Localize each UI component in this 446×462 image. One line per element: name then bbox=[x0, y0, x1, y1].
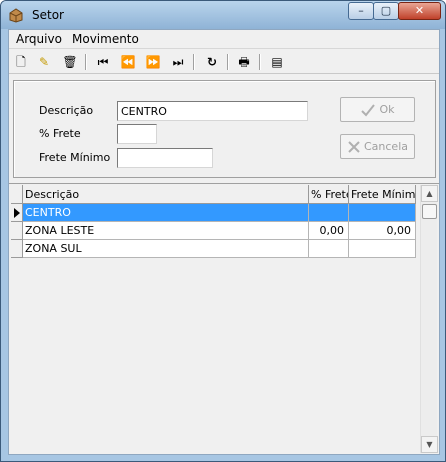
delete-icon[interactable]: 🗑 bbox=[61, 53, 79, 71]
toolbar: 🗋 ✎ 🗑 ⏮ ⏪ ⏩ ⏭ ↻ 🖶 ▤ bbox=[9, 50, 439, 74]
grid-corner bbox=[11, 185, 23, 204]
close-icon: ✕ bbox=[414, 4, 425, 17]
column-header-frete[interactable]: % Frete bbox=[309, 185, 349, 204]
cell-descricao[interactable]: ZONA SUL bbox=[23, 240, 309, 258]
checkmark-icon bbox=[361, 104, 376, 117]
ok-label: Ok bbox=[379, 103, 395, 116]
frete-minimo-field[interactable] bbox=[117, 148, 213, 168]
cell-frete-minimo[interactable] bbox=[349, 240, 416, 258]
scroll-up-icon: ▲ bbox=[426, 189, 433, 198]
menu-arquivo[interactable]: Arquivo bbox=[16, 32, 62, 46]
ok-button[interactable]: Ok bbox=[340, 97, 415, 122]
last-icon[interactable]: ⏭ bbox=[169, 53, 187, 71]
cancel-x-icon bbox=[348, 141, 360, 153]
row-indicator[interactable] bbox=[11, 222, 23, 240]
maximize-button[interactable]: ▢ bbox=[373, 2, 399, 20]
cell-frete-minimo[interactable]: 0,00 bbox=[349, 222, 416, 240]
window-title: Setor bbox=[32, 8, 64, 22]
cell-frete[interactable] bbox=[309, 240, 349, 258]
maximize-icon: ▢ bbox=[380, 4, 392, 17]
app-icon bbox=[9, 8, 23, 23]
title-bar[interactable]: Setor – ▢ ✕ bbox=[1, 1, 445, 29]
current-row-arrow-icon bbox=[14, 208, 20, 218]
scroll-thumb[interactable] bbox=[422, 204, 437, 219]
first-icon[interactable]: ⏮ bbox=[94, 53, 112, 71]
cell-frete[interactable]: 0,00 bbox=[309, 222, 349, 240]
new-icon[interactable]: 🗋 bbox=[12, 53, 30, 71]
scroll-down-button[interactable]: ▼ bbox=[421, 436, 438, 453]
table-row[interactable]: ZONA SUL bbox=[23, 240, 416, 258]
column-header-frete-minimo[interactable]: Frete Mínimo bbox=[349, 185, 416, 204]
cell-frete-minimo[interactable] bbox=[349, 204, 416, 222]
close-button[interactable]: ✕ bbox=[398, 2, 441, 20]
previous-icon[interactable]: ⏪ bbox=[119, 53, 137, 71]
toolbar-separator bbox=[193, 54, 195, 70]
cell-frete[interactable] bbox=[309, 204, 349, 222]
table-row[interactable]: ZONA LESTE 0,00 0,00 bbox=[23, 222, 416, 240]
scroll-up-button[interactable]: ▲ bbox=[421, 185, 438, 202]
frete-field[interactable] bbox=[117, 124, 157, 144]
minimize-button[interactable]: – bbox=[348, 2, 374, 20]
next-icon[interactable]: ⏩ bbox=[144, 53, 162, 71]
cancel-label: Cancela bbox=[363, 140, 408, 153]
frete-label: % Frete bbox=[39, 127, 81, 140]
menu-movimento[interactable]: Movimento bbox=[72, 32, 139, 46]
cell-descricao[interactable]: CENTRO bbox=[23, 204, 309, 222]
refresh-icon[interactable]: ↻ bbox=[203, 53, 221, 71]
toolbar-separator bbox=[227, 54, 229, 70]
frete-minimo-label: Frete Mínimo bbox=[39, 151, 111, 164]
data-grid: Descrição % Frete Frete Mínimo CENTRO ZO… bbox=[9, 183, 439, 454]
row-indicator[interactable] bbox=[11, 204, 23, 222]
cell-descricao[interactable]: ZONA LESTE bbox=[23, 222, 309, 240]
client-area: Arquivo Movimento 🗋 ✎ 🗑 ⏮ ⏪ ⏩ ⏭ ↻ 🖶 ▤ De… bbox=[8, 29, 440, 455]
vertical-scrollbar[interactable]: ▲ ▼ bbox=[420, 185, 438, 453]
table-row[interactable]: CENTRO bbox=[23, 204, 416, 222]
toolbar-separator bbox=[259, 54, 261, 70]
scroll-down-icon: ▼ bbox=[426, 440, 433, 449]
print-icon[interactable]: 🖶 bbox=[235, 53, 253, 71]
row-indicator[interactable] bbox=[11, 240, 23, 258]
descricao-field[interactable]: CENTRO bbox=[117, 101, 308, 121]
properties-icon[interactable]: ▤ bbox=[268, 53, 286, 71]
descricao-label: Descrição bbox=[39, 104, 94, 117]
minimize-icon: – bbox=[358, 4, 364, 17]
cancel-button[interactable]: Cancela bbox=[340, 134, 415, 159]
edit-panel: Descrição CENTRO % Frete Frete Mínimo Ok… bbox=[13, 80, 436, 178]
edit-icon[interactable]: ✎ bbox=[35, 53, 53, 71]
menu-bar: Arquivo Movimento bbox=[9, 30, 439, 49]
column-header-descricao[interactable]: Descrição bbox=[23, 185, 309, 204]
grid-body: Descrição % Frete Frete Mínimo CENTRO ZO… bbox=[11, 185, 416, 453]
setor-window: Setor – ▢ ✕ Arquivo Movimento 🗋 ✎ 🗑 ⏮ ⏪ … bbox=[0, 0, 446, 462]
toolbar-separator bbox=[85, 54, 87, 70]
